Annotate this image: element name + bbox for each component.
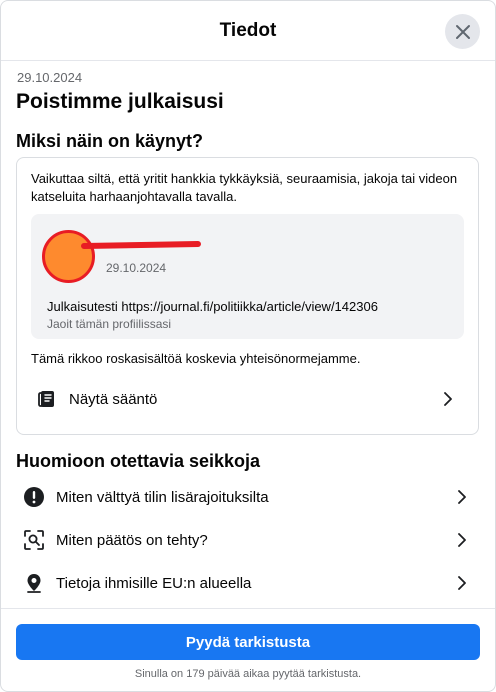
rule-violation-text: Tämä rikkoo roskasisältöä koskevia yhtei… xyxy=(31,351,361,366)
close-button[interactable] xyxy=(445,14,480,49)
avatar xyxy=(42,230,95,283)
review-deadline-note: Sinulla on 179 päivää aikaa pyytää tarki… xyxy=(134,668,362,680)
consideration-item-restrictions[interactable]: Miten välttyä tilin lisärajoituksilta xyxy=(23,484,469,510)
request-review-button[interactable]: Pyydä tarkistusta xyxy=(16,624,480,660)
show-rule-link[interactable]: Näytä sääntö xyxy=(37,386,455,412)
consideration-item-decision[interactable]: Miten päätös on tehty? xyxy=(23,527,469,553)
location-pin-icon xyxy=(27,574,41,593)
person-scan-icon xyxy=(24,530,44,550)
post-text: Julkaisutesti https://journal.fi/politii… xyxy=(47,299,378,314)
close-icon xyxy=(455,24,470,39)
show-rule-label: Näytä sääntö xyxy=(69,390,158,408)
page-title: Poistimme julkaisusi xyxy=(16,90,224,113)
details-dialog: Tiedot 29.10.2024 Poistimme julkaisusi M… xyxy=(0,0,496,692)
chevron-right-icon xyxy=(458,533,466,547)
consideration-item-eu-info[interactable]: Tietoja ihmisille EU:n alueella xyxy=(23,570,469,596)
chevron-right-icon xyxy=(458,576,466,590)
reason-card: Vaikuttaa siltä, että yritit hankkia tyk… xyxy=(16,157,479,435)
dialog-title: Tiedot xyxy=(219,20,277,41)
book-icon xyxy=(38,391,54,407)
chevron-right-icon xyxy=(444,392,452,406)
dialog-header: Tiedot xyxy=(1,1,495,61)
dialog-footer: Pyydä tarkistusta Sinulla on 179 päivää … xyxy=(1,608,495,691)
reason-description: Vaikuttaa siltä, että yritit hankkia tyk… xyxy=(31,171,458,204)
removed-post-preview: 29.10.2024 Julkaisutesti https://journal… xyxy=(31,214,464,339)
chevron-right-icon xyxy=(458,490,466,504)
why-heading: Miksi näin on käynyt? xyxy=(16,131,204,151)
exclamation-circle-icon xyxy=(24,487,44,507)
considerations-heading: Huomioon otettavia seikkoja xyxy=(16,451,261,471)
post-share-info: Jaoit tämän profiilissasi xyxy=(47,317,172,331)
consideration-label: Miten päätös on tehty? xyxy=(56,531,208,549)
removal-date: 29.10.2024 xyxy=(17,70,83,85)
post-date: 29.10.2024 xyxy=(106,261,167,275)
consideration-label: Tietoja ihmisille EU:n alueella xyxy=(56,574,252,592)
consideration-label: Miten välttyä tilin lisärajoituksilta xyxy=(56,488,269,506)
redacted-name xyxy=(80,240,202,250)
